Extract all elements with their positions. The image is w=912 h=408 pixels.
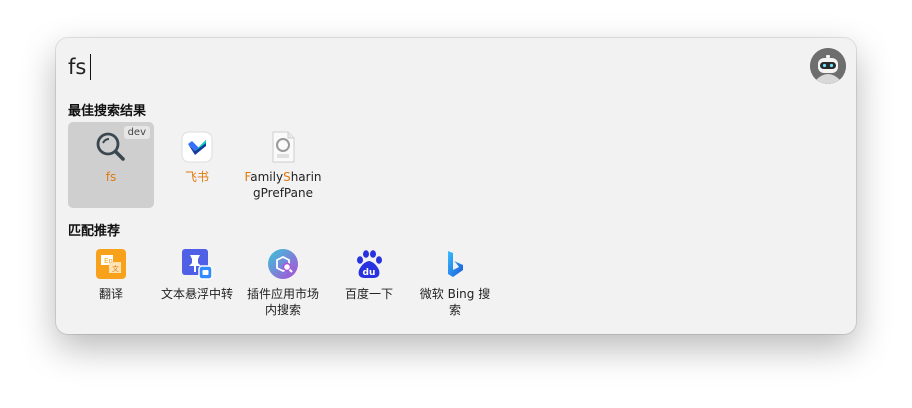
svg-text:文: 文 — [112, 264, 119, 273]
magnifier-icon — [95, 131, 127, 163]
result-label: 飞书 — [184, 170, 209, 184]
plugin-translate[interactable]: En 文 翻译 — [68, 244, 154, 302]
feishu-icon — [181, 131, 213, 163]
robot-avatar-icon — [810, 48, 846, 84]
plugin-label: 百度一下 — [344, 287, 393, 301]
pin-float-icon — [181, 248, 213, 280]
result-label: FamilySharingPrefPane — [244, 170, 322, 200]
user-avatar[interactable] — [810, 48, 846, 84]
best-results-heading: 最佳搜索结果 — [68, 104, 147, 119]
result-feishu[interactable]: 飞书 — [154, 122, 240, 208]
plugin-text-float[interactable]: 文本悬浮中转 — [154, 244, 240, 302]
search-bar — [68, 52, 128, 82]
bing-icon — [439, 248, 471, 280]
plugin-baidu[interactable]: du 百度一下 — [326, 244, 412, 302]
result-familysharing[interactable]: FamilySharingPrefPane — [240, 122, 326, 208]
baidu-icon: du — [353, 248, 385, 280]
search-input[interactable] — [68, 55, 128, 79]
recommend-heading: 匹配推荐 — [68, 224, 121, 239]
result-label: fs — [105, 170, 117, 184]
plugin-bing[interactable]: 微软 Bing 搜索 — [412, 244, 498, 318]
result-fs[interactable]: dev fs — [68, 122, 154, 208]
dev-badge: dev — [123, 126, 150, 139]
svg-text:En: En — [104, 257, 113, 265]
plugin-label: 插件应用市场内搜索 — [246, 287, 319, 317]
translate-icon: En 文 — [95, 248, 127, 280]
pref-pane-file-icon — [267, 131, 299, 163]
text-caret — [90, 54, 91, 80]
plugin-label: 翻译 — [98, 287, 123, 301]
plugin-market-search[interactable]: 插件应用市场内搜索 — [240, 244, 326, 318]
launcher-window: 最佳搜索结果 dev fs 飞书 — [56, 38, 856, 334]
plugin-label: 文本悬浮中转 — [160, 287, 233, 301]
plugin-market-search-icon — [267, 248, 299, 280]
svg-text:du: du — [363, 268, 376, 278]
plugin-label: 微软 Bing 搜索 — [419, 287, 491, 317]
